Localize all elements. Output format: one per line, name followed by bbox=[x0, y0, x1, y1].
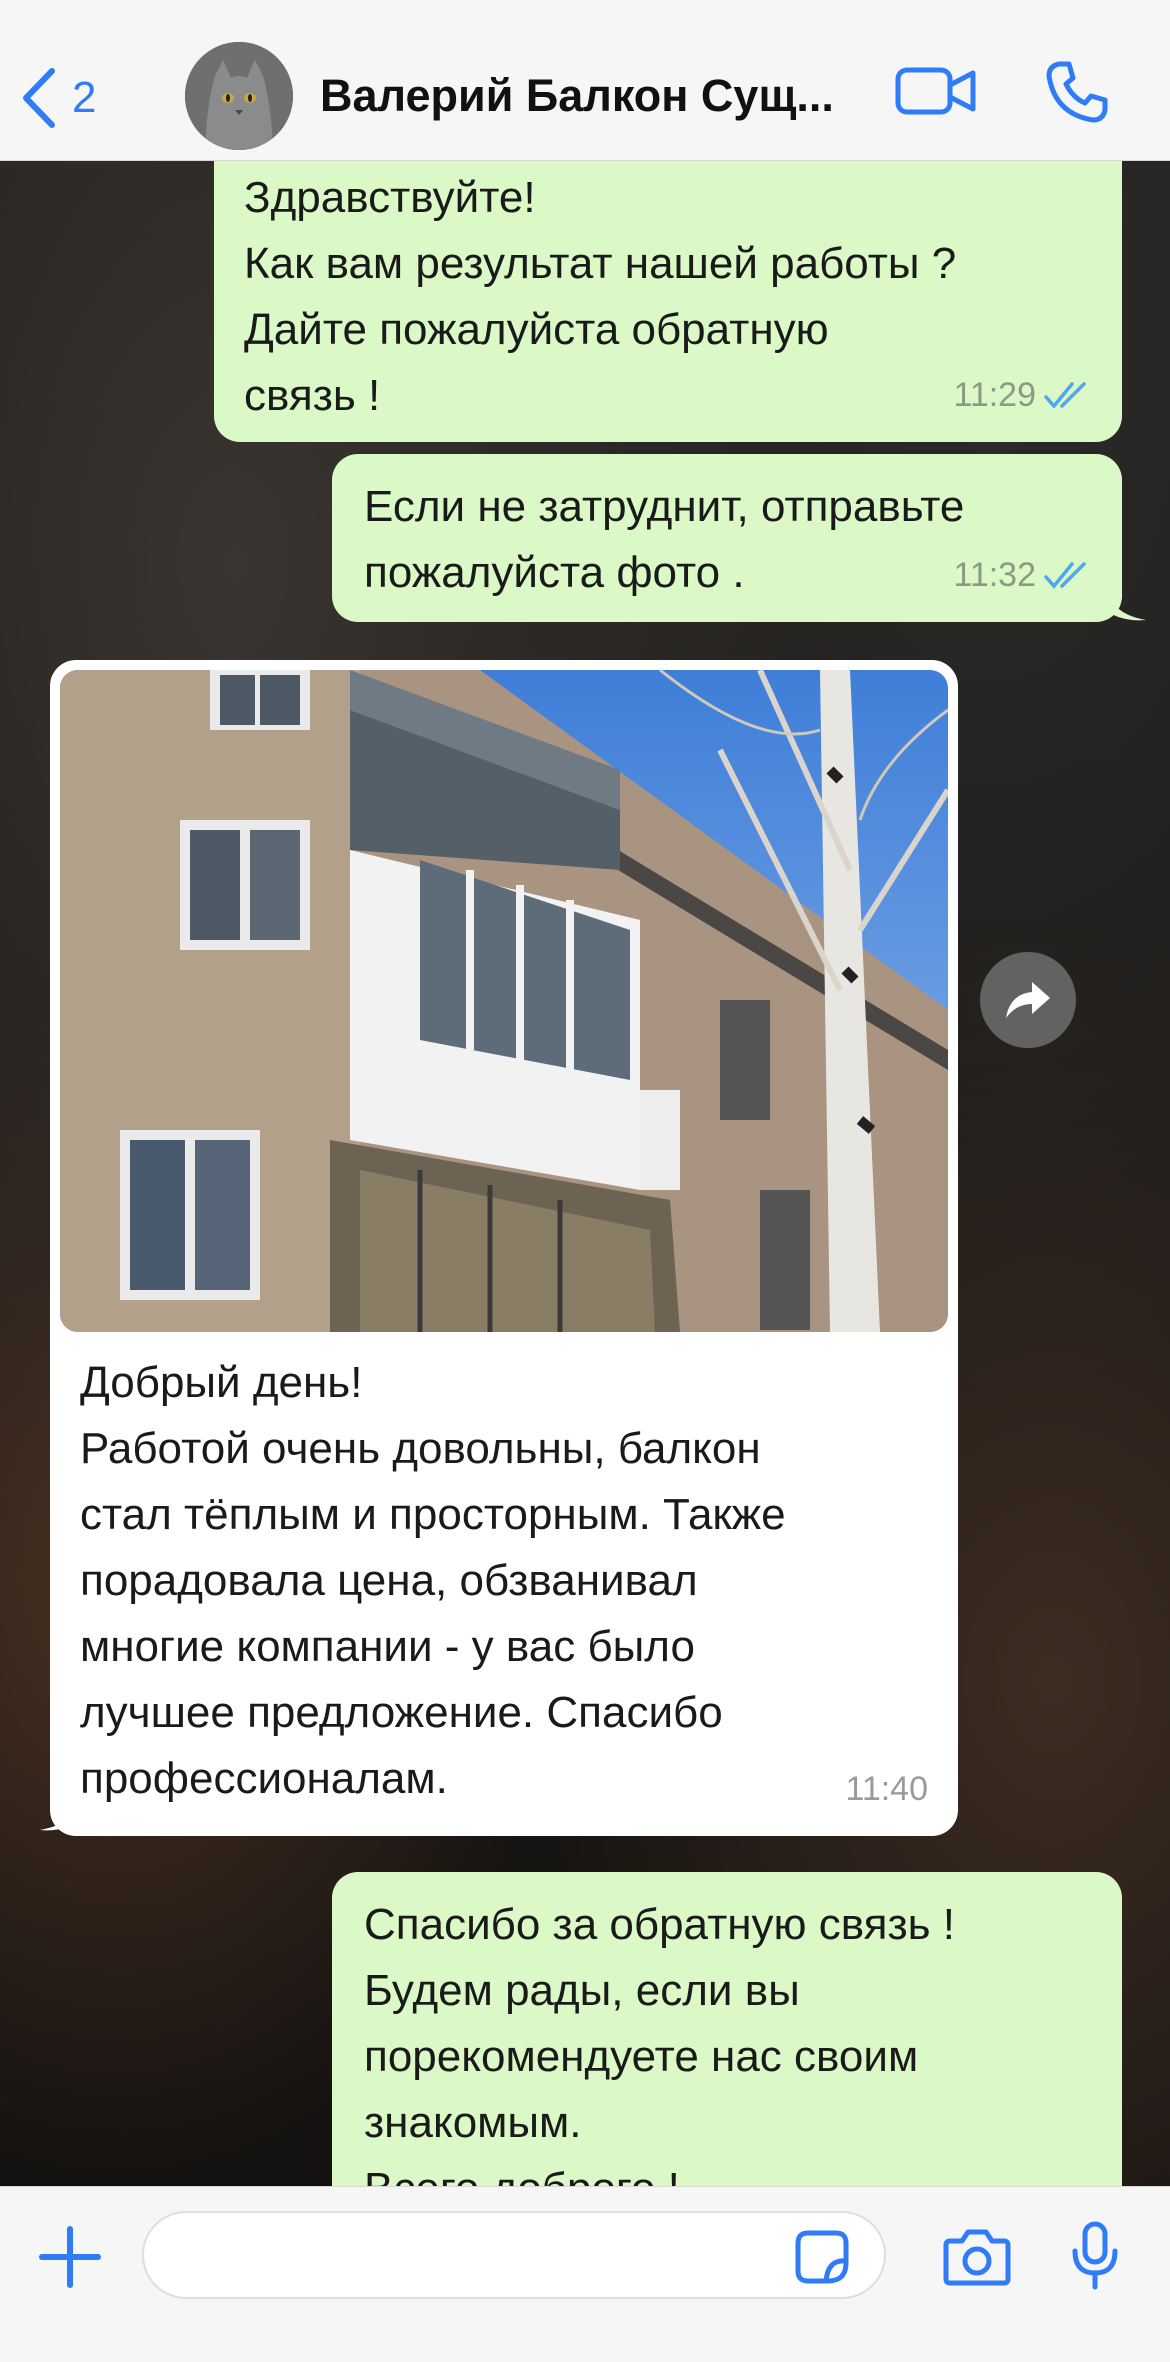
message-meta: 11:29 bbox=[953, 362, 1092, 428]
camera-icon bbox=[943, 2229, 1011, 2286]
message-text: Спасибо за обратную связь ! Будем рады, … bbox=[364, 1900, 955, 2213]
chat-header: 2 Валерий Балкон Сущ... bbox=[0, 0, 1170, 161]
message-bubble-outgoing[interactable]: Здравствуйте! Как вам результат нашей ра… bbox=[214, 140, 1122, 442]
avatar[interactable] bbox=[185, 42, 293, 150]
phone-icon bbox=[1046, 61, 1108, 123]
video-camera-icon bbox=[895, 67, 976, 115]
microphone-icon bbox=[1072, 2221, 1118, 2290]
plus-icon bbox=[39, 2226, 101, 2288]
chevron-left-icon bbox=[23, 68, 55, 128]
voice-call-button[interactable] bbox=[1045, 60, 1109, 129]
message-bubble-incoming[interactable]: Добрый день! Работой очень довольны, бал… bbox=[50, 660, 958, 1836]
forward-button[interactable] bbox=[980, 952, 1076, 1048]
microphone-button[interactable] bbox=[1070, 2221, 1120, 2296]
unread-count: 2 bbox=[72, 73, 97, 122]
avatar-image bbox=[185, 42, 293, 150]
forward-arrow-icon bbox=[1006, 982, 1050, 1018]
message-bubble-outgoing[interactable]: Если не затруднит, отправьте пожалуйста … bbox=[332, 454, 1122, 622]
message-photo[interactable] bbox=[60, 670, 948, 1332]
message-time: 11:40 bbox=[845, 1770, 928, 1808]
balcony-photo bbox=[60, 670, 948, 1332]
message-meta: 11:32 bbox=[953, 542, 1092, 608]
message-input-bar bbox=[0, 2186, 1170, 2362]
bubble-tail bbox=[1108, 590, 1146, 621]
bubble-tail bbox=[40, 1800, 78, 1831]
message-time: 11:29 bbox=[953, 376, 1036, 414]
attach-button[interactable] bbox=[38, 2225, 102, 2294]
camera-button[interactable] bbox=[942, 2227, 1012, 2292]
message-input[interactable] bbox=[142, 2211, 886, 2299]
video-call-button[interactable] bbox=[895, 65, 977, 122]
sticker-button[interactable] bbox=[794, 2229, 850, 2290]
message-text: Добрый день! Работой очень довольны, бал… bbox=[80, 1358, 786, 1803]
message-meta: 11:40 bbox=[845, 1756, 928, 1822]
double-check-icon bbox=[1044, 562, 1086, 589]
message-time: 11:32 bbox=[953, 556, 1036, 594]
sticker-icon bbox=[795, 2230, 849, 2284]
contact-name[interactable]: Валерий Балкон Сущ... bbox=[320, 70, 880, 122]
back-button[interactable]: 2 bbox=[20, 58, 96, 138]
double-check-icon bbox=[1044, 382, 1086, 409]
